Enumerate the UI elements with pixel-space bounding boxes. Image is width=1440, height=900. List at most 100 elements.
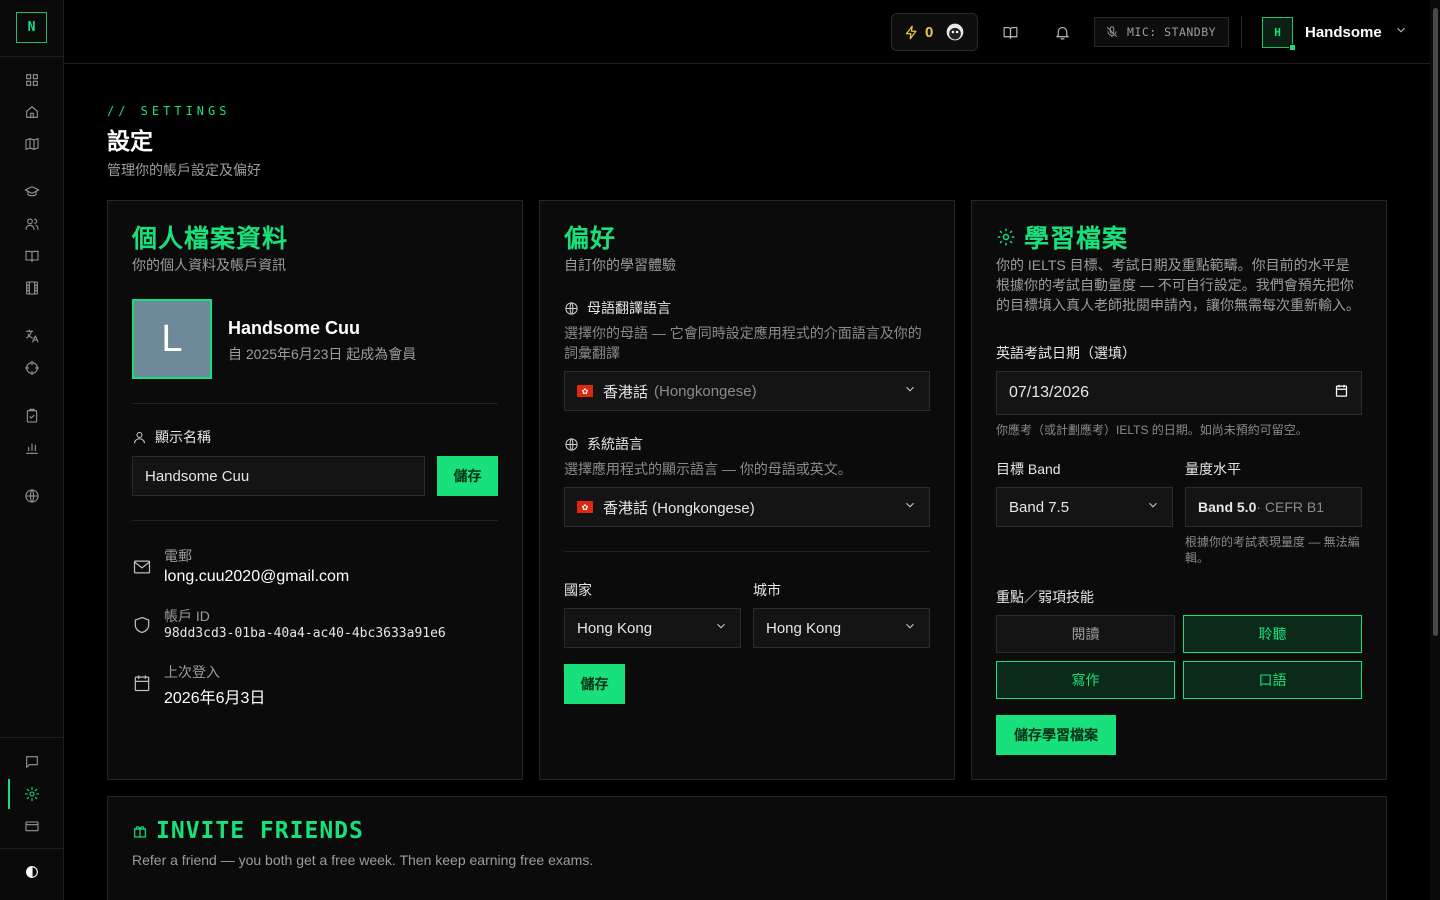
gift-icon: [134, 826, 146, 838]
system-lang-hint: 選擇應用程式的顯示語言 — 你的母語或英文。: [564, 461, 852, 477]
divider: [132, 520, 498, 521]
dashboard-icon[interactable]: [22, 70, 42, 90]
city-value: Hong Kong: [766, 619, 842, 637]
skill-toggle[interactable]: 聆聽: [1183, 615, 1362, 653]
exam-date-value: 07/13/2026: [1009, 384, 1090, 401]
display-name-label-text: 顯示名稱: [155, 429, 211, 445]
country-value: Hong Kong: [577, 619, 653, 637]
users-icon[interactable]: [22, 214, 42, 234]
graduation-cap-icon[interactable]: [22, 182, 42, 202]
profile-name: Handsome Cuu: [228, 318, 361, 338]
lightning-icon: [905, 25, 917, 39]
invite-subtitle: Refer a friend — you both get a free wee…: [132, 852, 594, 868]
learning-title-text: 學習檔案: [1024, 225, 1129, 253]
system-lang-select[interactable]: ✿ 香港話 (Hongkongese): [564, 487, 930, 527]
home-icon[interactable]: [22, 102, 42, 122]
chevron-down-icon: [903, 382, 917, 400]
learning-title: 學習檔案: [996, 219, 1128, 255]
globe-icon: [565, 437, 578, 451]
topbar-divider: [1241, 16, 1242, 48]
chevron-down-icon: [903, 498, 917, 516]
user-menu[interactable]: H Handsome: [1262, 16, 1408, 51]
active-indicator: [8, 779, 10, 809]
bell-icon[interactable]: [1048, 18, 1076, 46]
energy-count: 0: [925, 23, 934, 41]
native-lang-label: 母語翻譯語言: [564, 298, 671, 318]
user-icon: [134, 431, 145, 443]
mic-status[interactable]: MIC: STANDBY: [1094, 17, 1229, 47]
crosshair-icon[interactable]: [22, 358, 42, 378]
country-label: 國家: [564, 582, 592, 598]
globe-icon[interactable]: [22, 486, 42, 506]
settings-gear-icon[interactable]: [22, 784, 42, 804]
online-dot: [1289, 43, 1296, 51]
gear-icon: [997, 228, 1015, 246]
mascot-icon: [947, 23, 964, 41]
chevron-down-icon[interactable]: [1394, 23, 1408, 42]
save-learning-profile-button[interactable]: 儲存學習檔案: [996, 715, 1116, 755]
sidebar-divider: [0, 737, 63, 738]
calendar-picker-icon[interactable]: [1334, 383, 1349, 403]
preferences-subtitle: 自訂你的學習體驗: [564, 257, 676, 273]
chevron-down-icon: [1146, 498, 1160, 516]
preferences-title: 偏好: [564, 225, 617, 253]
last-login-value: 2026年6月3日: [164, 690, 266, 707]
email-value: long.cuu2020@gmail.com: [164, 568, 350, 585]
message-icon[interactable]: [22, 752, 42, 772]
chevron-down-icon: [714, 619, 728, 637]
profile-title: 個人檔案資料: [132, 225, 289, 253]
divider: [132, 403, 498, 404]
save-display-name-button[interactable]: 儲存: [437, 456, 498, 496]
app-logo[interactable]: N: [16, 12, 47, 43]
country-select[interactable]: Hong Kong: [564, 608, 741, 648]
book-icon[interactable]: [996, 18, 1024, 46]
exam-date-hint: 你應考（或計劃應考）IELTS 的日期。如尚未預約可留空。: [996, 423, 1308, 437]
bar-chart-icon[interactable]: [22, 438, 42, 458]
page-subtitle: 管理你的帳戶設定及偏好: [107, 162, 261, 178]
credit-card-icon[interactable]: [22, 816, 42, 836]
display-name-input[interactable]: Handsome Cuu: [132, 456, 425, 496]
shield-icon: [132, 615, 152, 640]
target-band-value: Band 7.5: [1009, 498, 1070, 516]
film-icon[interactable]: [22, 278, 42, 298]
mic-off-icon: [1107, 26, 1117, 38]
user-avatar[interactable]: H: [1262, 16, 1296, 51]
system-lang-label-text: 系統語言: [587, 436, 643, 452]
invite-title: INVITE FRIENDS: [132, 818, 364, 844]
mail-icon: [132, 557, 152, 582]
page-title: 設定: [107, 128, 153, 154]
profile-avatar: L: [132, 299, 212, 379]
display-name-value: Handsome Cuu: [145, 467, 250, 485]
scrollbar-thumb[interactable]: [1433, 8, 1438, 636]
exam-date-input[interactable]: 07/13/2026: [996, 371, 1362, 415]
city-label: 城市: [753, 582, 781, 598]
target-band-select[interactable]: Band 7.5: [996, 487, 1173, 527]
invite-title-text: INVITE FRIENDS: [156, 818, 364, 844]
globe-icon: [565, 301, 578, 315]
system-lang-label: 系統語言: [564, 434, 643, 454]
measured-level-label: 量度水平: [1185, 461, 1241, 477]
book-open-icon[interactable]: [22, 246, 42, 266]
chevron-down-icon: [903, 619, 917, 637]
city-select[interactable]: Hong Kong: [753, 608, 930, 648]
system-lang-value: 香港話 (Hongkongese): [603, 499, 755, 517]
profile-subtitle: 你的個人資料及帳戶資訊: [132, 257, 286, 273]
skill-toggle[interactable]: 閱讀: [996, 615, 1175, 653]
skill-toggle[interactable]: 口語: [1183, 661, 1362, 699]
member-since: 自 2025年6月23日 起成為會員: [228, 346, 417, 362]
translate-icon[interactable]: [22, 326, 42, 346]
energy-pill[interactable]: 0: [891, 13, 978, 51]
clipboard-check-icon[interactable]: [22, 406, 42, 426]
divider: [564, 551, 930, 552]
exam-date-label: 英語考試日期（選填）: [996, 345, 1136, 361]
theme-toggle-icon[interactable]: [22, 862, 42, 882]
sidebar-divider: [0, 848, 63, 849]
native-lang-label-text: 母語翻譯語言: [587, 300, 671, 316]
skill-toggle[interactable]: 寫作: [996, 661, 1175, 699]
native-lang-select[interactable]: ✿ 香港話 (Hongkongese): [564, 371, 930, 411]
level-value: Band 5.0: [1198, 499, 1257, 515]
map-icon[interactable]: [22, 134, 42, 154]
measured-level-display: Band 5.0 · CEFR B1: [1185, 487, 1362, 527]
save-preferences-button[interactable]: 儲存: [564, 664, 625, 704]
calendar-icon: [132, 673, 152, 698]
